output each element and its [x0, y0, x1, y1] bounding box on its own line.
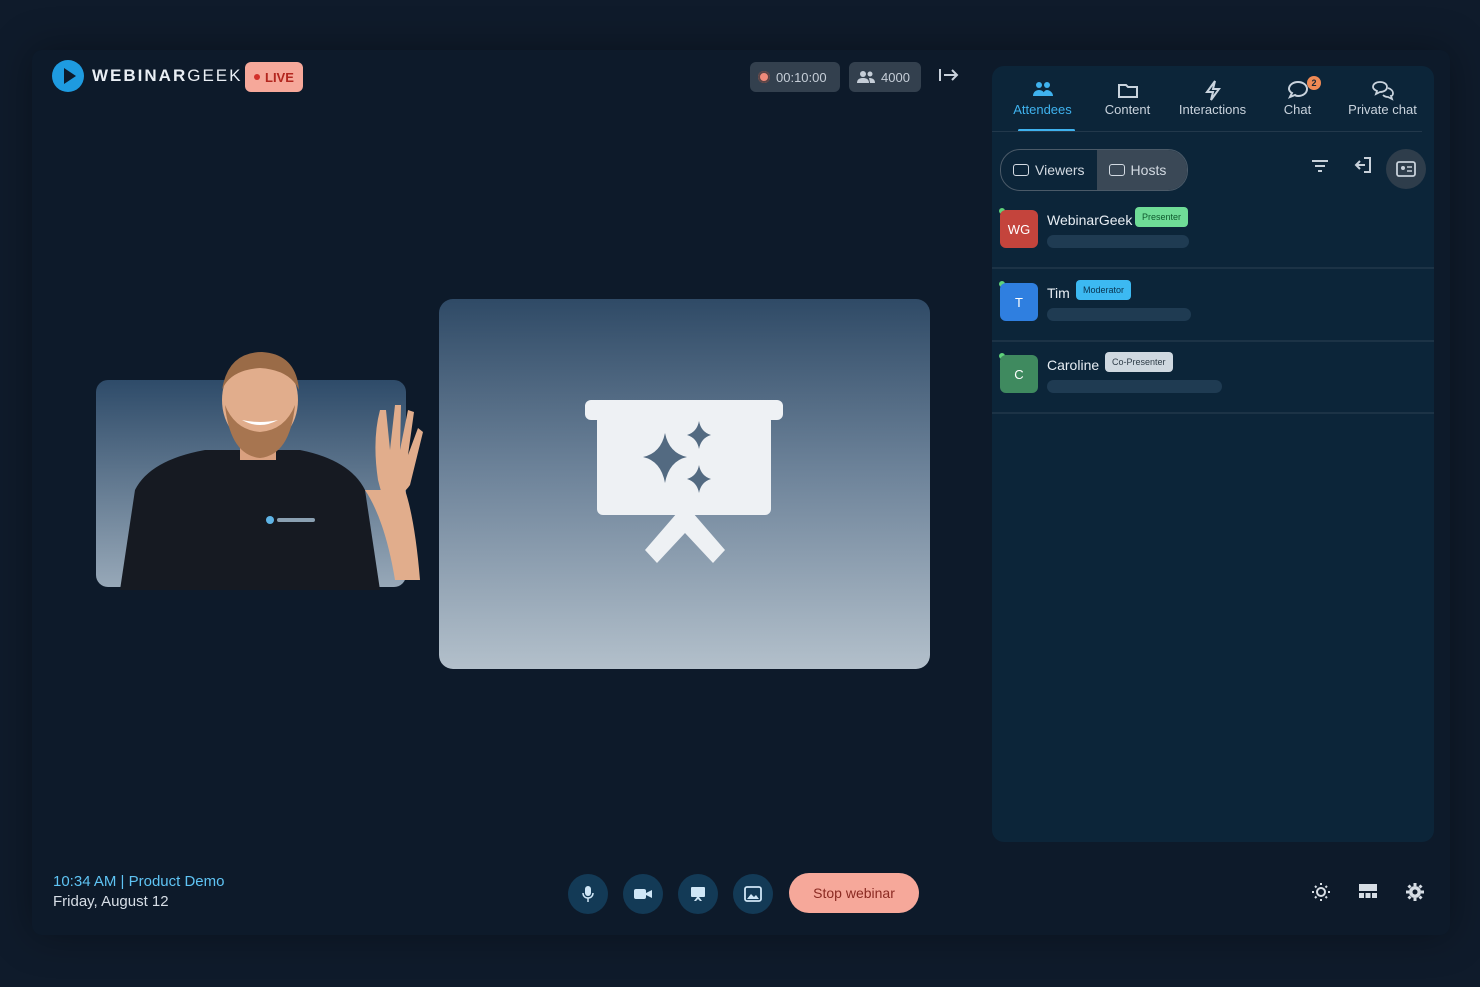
tab-attendees[interactable]: Attendees [1000, 66, 1085, 132]
list-item[interactable]: WG WebinarGeek Presenter [992, 197, 1434, 269]
host-name: Caroline [1047, 357, 1100, 373]
loading-placeholder [1047, 235, 1189, 248]
tab-content[interactable]: Content [1085, 66, 1170, 132]
avatar: T [1000, 283, 1038, 321]
attendee-counter: 4000 [849, 62, 921, 92]
people-icon [1032, 82, 1053, 96]
record-dot-icon [758, 71, 770, 83]
hosts-icon [1108, 164, 1125, 176]
role-badge: Moderator [1076, 280, 1132, 300]
screen-share-icon [691, 887, 705, 901]
brand-name: WEBINARGEEK [92, 66, 242, 86]
avatar: C [1000, 355, 1038, 393]
viewers-button[interactable]: Viewers [1001, 150, 1097, 190]
chat-bubble-icon [1287, 80, 1308, 99]
chat-unread-badge: 2 [1307, 76, 1321, 90]
host-name: WebinarGeek [1047, 212, 1133, 228]
private-chat-icon [1371, 81, 1394, 101]
stop-webinar-button[interactable]: Stop webinar [789, 873, 919, 913]
viewers-hosts-toggle: Viewers Hosts [1000, 149, 1188, 191]
tab-chat[interactable]: 2 Chat [1255, 66, 1340, 132]
list-item[interactable]: T Tim Moderator [992, 270, 1434, 342]
viewers-label: Viewers [1035, 162, 1085, 178]
play-logo-icon [52, 60, 84, 92]
loading-placeholder [1047, 380, 1222, 393]
tab-private-chat-label: Private chat [1348, 102, 1417, 117]
host-name: Tim [1047, 285, 1070, 301]
hosts-label: Hosts [1130, 162, 1167, 178]
image-button[interactable] [733, 874, 773, 914]
settings-gear-icon[interactable] [1403, 882, 1427, 906]
session-time-title: 10:34 AM | Product Demo [53, 873, 225, 890]
lightning-icon [1204, 80, 1221, 101]
folder-icon [1117, 84, 1138, 98]
tab-attendees-label: Attendees [1013, 102, 1072, 117]
image-icon [744, 886, 762, 902]
camera-button[interactable] [623, 874, 663, 914]
tab-interactions-label: Interactions [1178, 102, 1247, 117]
list-item[interactable]: C Caroline Co-Presenter [992, 342, 1434, 414]
brightness-icon[interactable] [1309, 882, 1333, 906]
loading-placeholder [1047, 308, 1191, 321]
tab-private-chat[interactable]: Private chat [1340, 66, 1425, 132]
brand-name-thin: GEEK [187, 66, 243, 85]
screen-share-button[interactable] [678, 874, 718, 914]
people-icon [857, 71, 875, 83]
role-badge: Presenter [1135, 207, 1189, 227]
tab-interactions[interactable]: Interactions [1170, 66, 1255, 132]
microphone-button[interactable] [568, 874, 608, 914]
camera-icon [634, 889, 652, 899]
layout-icon[interactable] [1356, 882, 1380, 906]
hosts-button[interactable]: Hosts [1096, 150, 1187, 190]
viewers-icon [1013, 164, 1029, 176]
presenter-person-image [120, 352, 423, 590]
id-card-button[interactable] [1386, 149, 1426, 189]
filter-icon[interactable] [1307, 156, 1333, 182]
role-badge: Co-Presenter [1105, 352, 1173, 372]
recording-timer: 00:10:00 [750, 62, 840, 92]
panel-tabs: Attendees Content Interactions 2 Chat Pr… [992, 66, 1434, 132]
avatar: WG [1000, 210, 1038, 248]
live-badge: LIVE [245, 62, 303, 92]
brand-name-bold: WEBINAR [92, 66, 188, 85]
tab-content-label: Content [1104, 102, 1151, 117]
tab-chat-label: Chat [1283, 102, 1312, 117]
tabs-divider [992, 131, 1422, 132]
timer-value: 00:10:00 [776, 69, 827, 85]
login-arrow-icon[interactable] [1350, 156, 1376, 182]
exit-arrow-icon[interactable] [937, 66, 961, 90]
session-date: Friday, August 12 [53, 893, 169, 910]
live-label: LIVE [265, 69, 294, 85]
attendee-count: 4000 [881, 69, 910, 85]
brand-logo: WEBINARGEEK [52, 60, 242, 92]
microphone-icon [582, 886, 594, 902]
presentation-board-icon [585, 400, 783, 563]
live-dot-icon [254, 74, 260, 80]
id-card-icon [1396, 161, 1416, 177]
